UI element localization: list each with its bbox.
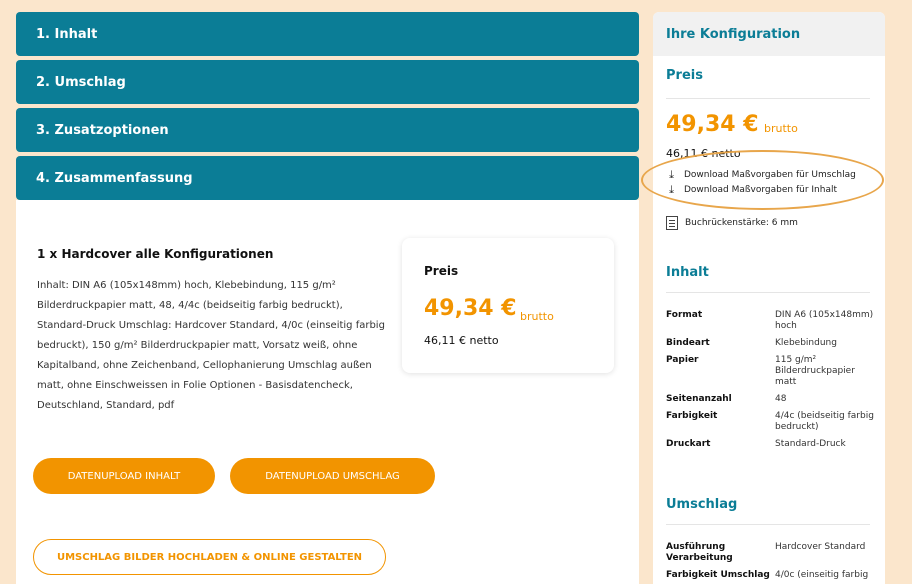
spec-row: Bindeart Klebebindung bbox=[666, 338, 876, 349]
summary-panel: 1 x Hardcover alle Konfigurationen Inhal… bbox=[16, 200, 639, 584]
sidebar-umschlag-heading: Umschlag bbox=[666, 497, 738, 512]
umschlag-specs: Ausführung Verarbeitung Hardcover Standar… bbox=[666, 542, 876, 584]
divider bbox=[666, 524, 870, 525]
accordion-label: 1. Inhalt bbox=[36, 26, 98, 42]
inhalt-specs: Format DIN A6 (105x148mm) hoch Bindeart Kl… bbox=[666, 310, 876, 456]
price-net: 46,11 € netto bbox=[424, 334, 499, 347]
accordion-zusatzoptionen[interactable]: 3. Zusatzoptionen bbox=[16, 108, 639, 152]
design-online-button[interactable]: UMSCHLAG BILDER HOCHLADEN & ONLINE GESTA… bbox=[33, 539, 386, 575]
download-umschlag-link[interactable]: ⤓ Download Maßvorgaben für Umschlag bbox=[666, 169, 856, 180]
spine-label: Buchrückenstärke: 6 mm bbox=[685, 218, 798, 228]
spec-value: DIN A6 (105x148mm) hoch bbox=[775, 310, 874, 331]
download-label: Download Maßvorgaben für Umschlag bbox=[684, 169, 856, 180]
accordion-umschlag[interactable]: 2. Umschlag bbox=[16, 60, 639, 104]
spec-row: Papier 115 g/m² Bilderdruckpapier matt bbox=[666, 355, 876, 388]
accordion-label: 4. Zusammenfassung bbox=[36, 170, 193, 186]
spec-value: 4/0c (einseitig farbig bbox=[775, 570, 869, 580]
book-icon bbox=[666, 216, 678, 230]
sidebar-price-gross: 49,34 € bbox=[666, 112, 759, 137]
accordion-label: 2. Umschlag bbox=[36, 74, 126, 90]
configuration-steps: 1. Inhalt 2. Umschlag 3. Zusatzoptionen … bbox=[16, 12, 639, 204]
spec-value: 115 g/m² Bilderdruckpapier matt bbox=[775, 355, 855, 387]
download-icon: ⤓ bbox=[669, 183, 674, 196]
sidebar-price-heading: Preis bbox=[666, 68, 703, 83]
spec-value: 4/4c (beidseitig farbig bedruckt) bbox=[775, 411, 874, 432]
accordion-label: 3. Zusatzoptionen bbox=[36, 122, 169, 138]
sidebar-title: Ihre Konfiguration bbox=[653, 12, 885, 56]
spec-row: Seitenanzahl 48 bbox=[666, 394, 876, 405]
spec-key: Bindeart bbox=[666, 338, 710, 348]
product-description: Inhalt: DIN A6 (105x148mm) hoch, Klebebi… bbox=[37, 280, 385, 411]
price-gross: 49,34 € bbox=[424, 296, 517, 321]
spec-key: Papier bbox=[666, 355, 699, 365]
spec-key: Farbigkeit Umschlag bbox=[666, 570, 770, 580]
accordion-inhalt[interactable]: 1. Inhalt bbox=[16, 12, 639, 56]
spine-thickness: Buchrückenstärke: 6 mm bbox=[666, 216, 798, 230]
spec-row: Format DIN A6 (105x148mm) hoch bbox=[666, 310, 876, 332]
divider bbox=[666, 292, 870, 293]
brutto-label: brutto bbox=[520, 310, 554, 323]
sidebar-inhalt-heading: Inhalt bbox=[666, 265, 709, 280]
sidebar-brutto-label: brutto bbox=[764, 122, 798, 135]
divider bbox=[666, 98, 870, 99]
configuration-sidebar: Ihre Konfiguration Preis 49,34 € brutto … bbox=[653, 12, 885, 584]
spec-key: Format bbox=[666, 310, 703, 320]
spec-key: Farbigkeit bbox=[666, 411, 718, 421]
spec-value: Klebebindung bbox=[775, 338, 837, 348]
spec-key: Seitenanzahl bbox=[666, 394, 732, 404]
spec-row: Farbigkeit Umschlag 4/0c (einseitig farbi… bbox=[666, 570, 876, 581]
spec-row: Druckart Standard-Druck bbox=[666, 439, 876, 450]
spec-row: Ausführung Verarbeitung Hardcover Standar… bbox=[666, 542, 876, 564]
price-label: Preis bbox=[424, 264, 459, 278]
upload-umschlag-button[interactable]: DATENUPLOAD UMSCHLAG bbox=[230, 458, 435, 494]
spec-row: Farbigkeit 4/4c (beidseitig farbig bedruc… bbox=[666, 411, 876, 433]
sidebar-price-net: 46,11 € netto bbox=[666, 147, 741, 160]
download-inhalt-link[interactable]: ⤓ Download Maßvorgaben für Inhalt bbox=[666, 184, 837, 195]
price-card: Preis 49,34 € brutto 46,11 € netto bbox=[402, 238, 614, 373]
product-title: 1 x Hardcover alle Konfigurationen bbox=[37, 247, 274, 261]
spec-key: Druckart bbox=[666, 439, 711, 449]
upload-inhalt-button[interactable]: DATENUPLOAD INHALT bbox=[33, 458, 215, 494]
spec-value: 48 bbox=[775, 394, 787, 404]
download-label: Download Maßvorgaben für Inhalt bbox=[684, 184, 838, 195]
spec-value: Hardcover Standard bbox=[775, 542, 866, 552]
spec-key: Ausführung Verarbeitung bbox=[666, 542, 733, 563]
accordion-zusammenfassung[interactable]: 4. Zusammenfassung bbox=[16, 156, 639, 200]
spec-value: Standard-Druck bbox=[775, 439, 846, 449]
download-icon: ⤓ bbox=[669, 168, 674, 181]
